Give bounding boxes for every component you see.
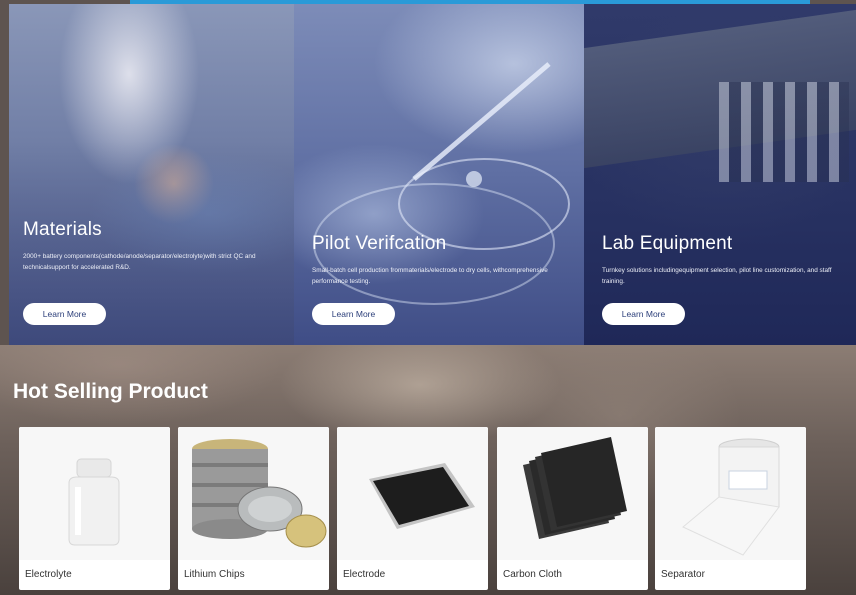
product-name: Lithium Chips (184, 569, 245, 580)
panel-description: Small-batch cell production frommaterial… (312, 267, 548, 285)
electrolyte-bottle-icon (68, 458, 120, 546)
electrode-sheet-icon (369, 463, 475, 529)
glassware-illustration (313, 62, 570, 305)
service-panels: Materials 2000+ battery components(catho… (9, 4, 856, 345)
panel-lab-equipment: Lab Equipment Turnkey solutions includin… (584, 4, 856, 345)
panel-title: Materials (23, 219, 102, 240)
panel-materials: Materials 2000+ battery components(catho… (9, 4, 294, 345)
product-card-carbon-cloth[interactable]: Carbon Cloth (497, 427, 648, 590)
panel-description: 2000+ battery components(cathode/anode/s… (23, 253, 256, 271)
product-name: Carbon Cloth (503, 569, 562, 580)
product-card-separator[interactable]: Separator (655, 427, 806, 590)
learn-more-button[interactable]: Learn More (312, 303, 395, 325)
product-card-electrode[interactable]: Electrode (337, 427, 488, 590)
separator-roll-icon (682, 438, 780, 556)
hot-selling-title: Hot Selling Product (13, 380, 208, 403)
learn-more-button[interactable]: Learn More (602, 303, 685, 325)
lithium-chips-can-icon (192, 439, 327, 548)
panel-title: Lab Equipment (602, 233, 733, 254)
battery-cells-image (719, 82, 849, 182)
product-name: Electrolyte (25, 569, 72, 580)
product-name: Separator (661, 569, 705, 580)
panel-title: Pilot Verifcation (312, 233, 447, 254)
product-card-lithium-chips[interactable]: Lithium Chips (178, 427, 329, 590)
panel-pilot-verification: Pilot Verifcation Small-batch cell produ… (294, 4, 584, 345)
product-card-electrolyte[interactable]: Electrolyte (19, 427, 170, 590)
panel-description: Turnkey solutions includingequipment sel… (602, 267, 832, 285)
carbon-cloth-stack-icon (523, 437, 627, 539)
product-name: Electrode (343, 569, 386, 580)
learn-more-button[interactable]: Learn More (23, 303, 106, 325)
